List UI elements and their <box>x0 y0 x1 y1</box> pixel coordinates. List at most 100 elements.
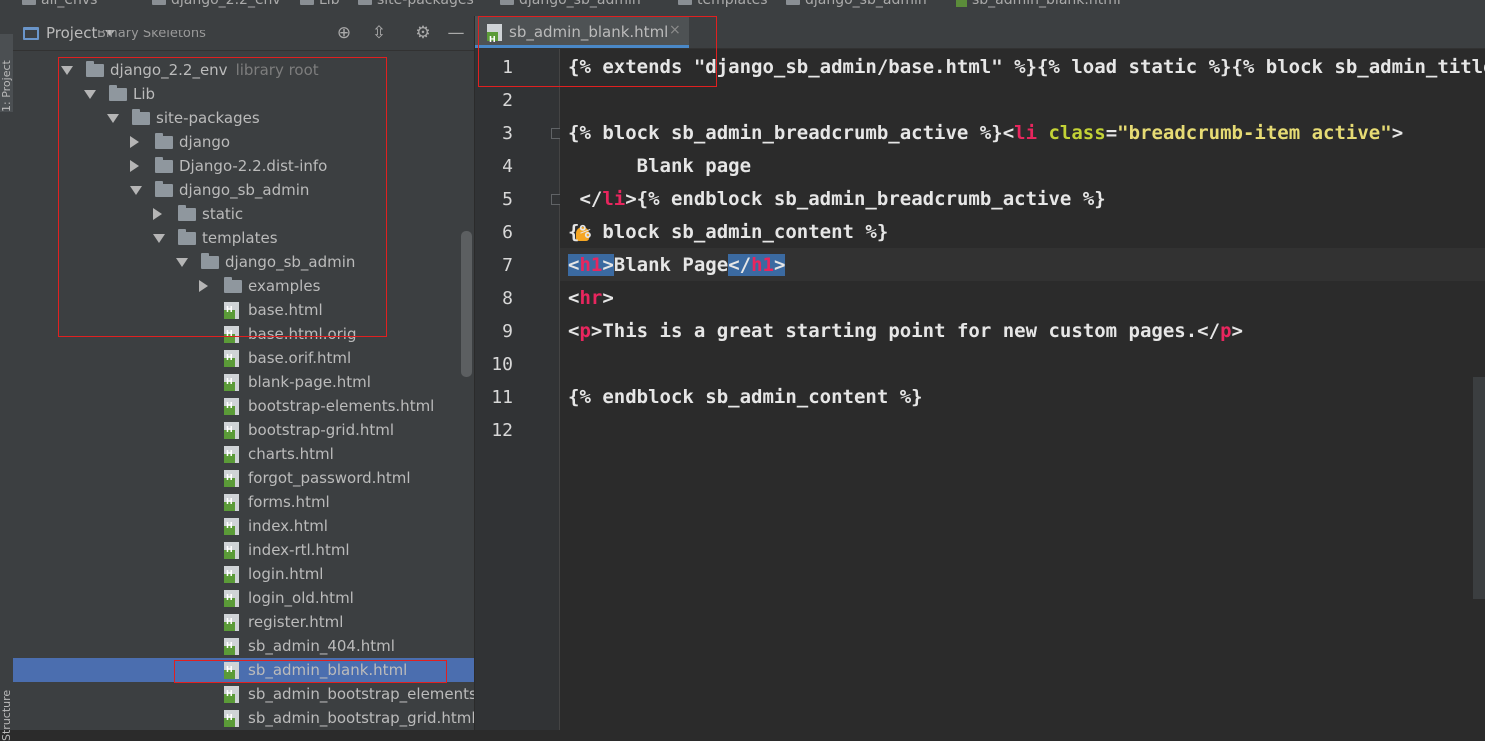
tree-file-item[interactable]: register.html <box>13 610 474 634</box>
line-number: 10 <box>491 354 513 375</box>
tree-item-label: index.html <box>248 514 328 538</box>
html-file-icon <box>224 538 239 562</box>
tree-item-label: forms.html <box>248 490 330 514</box>
project-tool-tab[interactable]: 1: Project <box>0 34 13 112</box>
breadcrumb-label: all_envs <box>41 0 98 8</box>
code-token: class <box>1048 122 1106 144</box>
breadcrumb-item[interactable]: site-packages <box>358 0 474 9</box>
line-number: 3 <box>502 123 513 144</box>
tree-file-item[interactable]: index-rtl.html <box>13 538 474 562</box>
folder-icon <box>678 0 692 5</box>
breadcrumb-item[interactable]: sb_admin_blank.html <box>956 0 1121 9</box>
code-token: >This is a great starting point for new … <box>590 320 1221 342</box>
annotation-box-tab <box>478 16 717 87</box>
tree-file-item[interactable]: charts.html <box>13 442 474 466</box>
code-line: Blank page <box>568 150 751 183</box>
folder-icon <box>358 0 372 5</box>
line-number: 6 <box>502 222 513 243</box>
code-token: {% block sb_admin_breadcrumb_active %} <box>568 122 1003 144</box>
tree-item-text: login_old.html <box>248 589 354 607</box>
code-token: Blank Page <box>613 254 729 276</box>
tree-file-item[interactable]: base.orif.html <box>13 346 474 370</box>
code-line: </li>{% endblock sb_admin_breadcrumb_act… <box>568 183 1105 216</box>
tree-item-label: sb_admin_bootstrap_elements. <box>248 682 475 706</box>
breadcrumb-item[interactable]: all_envs <box>22 0 97 9</box>
tree-file-item[interactable]: sb_admin_bootstrap_elements. <box>13 682 474 706</box>
line-number: 11 <box>491 387 513 408</box>
breadcrumb-item[interactable]: templates <box>678 0 768 9</box>
editor-scrollbar[interactable] <box>1473 377 1485 599</box>
html-file-icon <box>224 346 239 370</box>
code-token: > <box>1231 320 1243 342</box>
navigation-bar: all_envs django_2.2_env Lib site-packages dj… <box>0 0 1485 17</box>
code-line: {% endblock sb_admin_content %} <box>568 381 923 414</box>
tree-file-item[interactable]: login.html <box>13 562 474 586</box>
line-number: 4 <box>502 156 513 177</box>
tree-item-text: bootstrap-grid.html <box>248 421 395 439</box>
code-token: </ <box>568 188 603 210</box>
folder-icon <box>300 0 314 5</box>
tree-item-label: register.html <box>248 610 343 634</box>
tree-item-text: bootstrap-elements.html <box>248 397 435 415</box>
code-token: > <box>602 287 614 309</box>
breadcrumb-label: sb_admin_blank.html <box>972 0 1121 8</box>
html-file-icon <box>224 442 239 466</box>
code-editor[interactable]: {% extends "django_sb_admin/base.html" %… <box>560 49 1485 730</box>
tree-item-text: forgot_password.html <box>248 469 411 487</box>
tree-file-item[interactable]: bootstrap-grid.html <box>13 418 474 442</box>
tree-file-item[interactable]: bootstrap-elements.html <box>13 394 474 418</box>
code-token: p <box>579 320 591 342</box>
tree-item-text: forms.html <box>248 493 330 511</box>
code-token: "breadcrumb-item active" <box>1117 122 1392 144</box>
html-file-icon <box>224 562 239 586</box>
tree-file-item[interactable]: index.html <box>13 514 474 538</box>
left-tool-strip: 1: Project Structure <box>0 16 14 741</box>
code-line: <h1>Blank Page</h1> <box>568 249 786 282</box>
code-token: h1 <box>751 254 774 276</box>
line-number-gutter: 1 2 3 4 5 6 7 8 9 10 11 12 <box>475 49 562 730</box>
tree-item-label: login.html <box>248 562 323 586</box>
tree-item-label: bootstrap-elements.html <box>248 394 434 418</box>
line-number: 7 <box>502 255 513 276</box>
tree-file-item[interactable]: forgot_password.html <box>13 466 474 490</box>
code-token: < <box>568 320 580 342</box>
tree-item-label: blank-page.html <box>248 370 371 394</box>
tree-file-item[interactable]: login_old.html <box>13 586 474 610</box>
tree-file-item[interactable]: blank-page.html <box>13 370 474 394</box>
breadcrumb-item[interactable]: django_sb_admin <box>500 0 641 9</box>
tree-file-item[interactable]: sb_admin_bootstrap_grid.html <box>13 706 474 730</box>
annotation-box-selected-file <box>174 660 447 683</box>
structure-tool-tab[interactable]: Structure <box>0 681 13 741</box>
html-file-icon <box>224 394 239 418</box>
code-token: p <box>1220 320 1232 342</box>
tree-item-text: charts.html <box>248 445 334 463</box>
tree-item-label: base.orif.html <box>248 346 351 370</box>
tree-item-text: base.orif.html <box>248 349 352 367</box>
code-token: Blank page <box>568 155 752 177</box>
line-number: 8 <box>502 288 513 309</box>
breadcrumb-item[interactable]: django_2.2_env <box>152 0 281 9</box>
html-file-icon <box>224 610 239 634</box>
folder-icon <box>786 0 800 5</box>
code-line: <p>This is a great starting point for ne… <box>568 315 1243 348</box>
tree-item-label: charts.html <box>248 442 334 466</box>
tree-item-text: sb_admin_bootstrap_elements. <box>248 685 475 703</box>
tree-item-partial[interactable]: Binary Skeletons <box>13 30 474 40</box>
code-token: {% block sb_admin_content %} <box>568 221 889 243</box>
breadcrumb-item[interactable]: django_sb_admin <box>786 0 927 9</box>
tree-file-item[interactable]: sb_admin_404.html <box>13 634 474 658</box>
tree-item-label: index-rtl.html <box>248 538 350 562</box>
breadcrumb-label: templates <box>697 0 768 8</box>
folder-icon <box>500 0 514 5</box>
tree-scrollbar[interactable] <box>461 231 472 377</box>
annotation-box-tree <box>58 57 387 337</box>
code-line: {% block sb_admin_content %} <box>568 216 888 249</box>
code-token: hr <box>579 287 603 309</box>
line-number: 9 <box>502 321 513 342</box>
breadcrumb-label: django_2.2_env <box>171 0 281 8</box>
html-file-icon <box>224 514 239 538</box>
breadcrumb-item[interactable]: Lib <box>300 0 340 9</box>
tree-item-label: bootstrap-grid.html <box>248 418 394 442</box>
code-token: li <box>602 188 626 210</box>
tree-file-item[interactable]: forms.html <box>13 490 474 514</box>
